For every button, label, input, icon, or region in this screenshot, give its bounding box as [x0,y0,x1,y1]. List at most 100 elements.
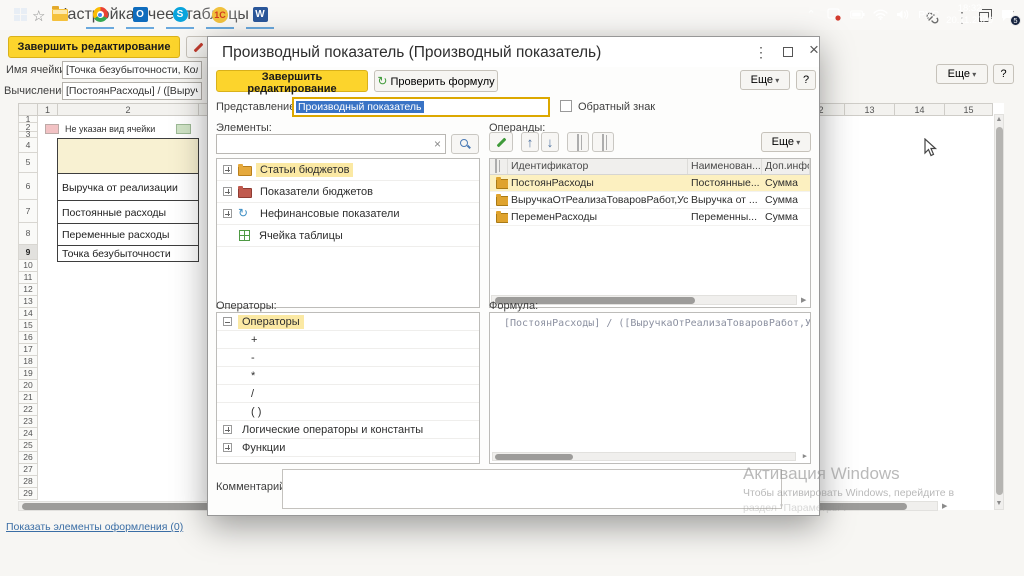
formula-hscrollbar[interactable] [492,452,796,461]
action-center-icon[interactable] [826,7,842,23]
operands-scroll-right-icon[interactable]: ▶ [801,297,806,305]
elements-search-input[interactable]: × [216,134,446,154]
row-header-12[interactable]: 12 [18,284,38,296]
expand-plus-icon[interactable] [223,209,232,218]
row-header-5[interactable]: 5 [18,153,38,173]
edit-operand-button[interactable] [489,132,513,152]
dialog-maximize-icon[interactable] [783,47,793,57]
row-header-26[interactable]: 26 [18,452,38,464]
check-formula-button[interactable]: ↻ Проверить формулу [374,70,498,92]
taskbar-outlook-button[interactable]: O [120,0,160,29]
dialog-close-icon[interactable] [806,42,822,58]
row-header-11[interactable]: 11 [18,272,38,284]
cell-name-input[interactable] [62,61,202,79]
expand-plus-icon[interactable] [223,425,232,434]
presentation-input[interactable]: Производный показатель [292,97,550,117]
sheet-cell-row7[interactable]: Постоянные расходы [57,200,199,225]
operand-row-0[interactable]: ПостоянРасходыПостоянные...Сумма [490,175,810,192]
formula-box[interactable]: [ПостоянРасходы] / ([ВыручкаОтРеализаТов… [489,312,811,464]
tree-item-+[interactable]: + [217,331,479,349]
operands-column-2[interactable]: Доп.информаци [762,159,810,174]
expand-minus-icon[interactable] [223,317,232,326]
clear-search-icon[interactable]: × [434,137,441,151]
main-more-button[interactable]: Еще [936,64,988,84]
row-header-7[interactable]: 7 [18,200,38,223]
sheet-cell-row8[interactable]: Переменные расходы [57,223,199,247]
row-header-29[interactable]: 29 [18,488,38,500]
dialog-more-button[interactable]: Еще [740,70,790,90]
move-down-button[interactable]: ↓ [541,132,559,152]
operands-column-1[interactable]: Наименован... [688,159,762,174]
row-header-21[interactable]: 21 [18,392,38,404]
row-header-27[interactable]: 27 [18,464,38,476]
row-header-15[interactable]: 15 [18,320,38,332]
row-header-10[interactable]: 10 [18,260,38,272]
row-header-8[interactable]: 8 [18,223,38,245]
row-header-20[interactable]: 20 [18,380,38,392]
notifications-icon[interactable]: 5 [1000,7,1016,23]
main-help-button[interactable]: ? [993,64,1014,84]
finish-editing-button[interactable]: Завершить редактирование [8,36,180,58]
row-header-22[interactable]: 22 [18,404,38,416]
tree-item-*[interactable]: * [217,367,479,385]
row-header-24[interactable]: 24 [18,428,38,440]
column-header-15[interactable]: 15 [945,103,993,116]
operand-row-2[interactable]: ПеременРасходыПеременны...Сумма [490,209,810,226]
taskbar-start-button[interactable] [0,0,40,29]
tree-item-Функции[interactable]: Функции [217,439,479,457]
tray-expand-icon[interactable]: ⌃ [803,7,819,23]
expand-plus-icon[interactable] [223,165,232,174]
header-merged-cell[interactable] [57,138,199,174]
taskbar-chrome-button[interactable] [80,0,120,29]
row-header-16[interactable]: 16 [18,332,38,344]
dialog-finish-editing-button[interactable]: Завершить редактирование [216,70,368,92]
tree-item-/[interactable]: / [217,385,479,403]
taskbar-1c-button[interactable]: 1С [200,0,240,29]
taskbar-word-button[interactable]: W [240,0,280,29]
sheet-cell-row6[interactable]: Выручка от реализации [57,173,199,202]
row-header-19[interactable]: 19 [18,368,38,380]
comment-textarea[interactable] [282,469,782,509]
column-header-13[interactable]: 13 [845,103,895,116]
tree-item-( )[interactable]: ( ) [217,403,479,421]
group-button-1[interactable] [567,132,589,152]
tree-item-Логические операторы и константы[interactable]: Логические операторы и константы [217,421,479,439]
row-header-28[interactable]: 28 [18,476,38,488]
tree-item-Статьи бюджетов[interactable]: Статьи бюджетов [217,159,479,181]
inverse-sign-checkbox[interactable] [560,100,572,112]
formula-scroll-right-icon[interactable]: ▶ [803,452,807,460]
expand-plus-icon[interactable] [223,443,232,452]
wifi-icon[interactable] [872,7,888,23]
row-header-18[interactable]: 18 [18,356,38,368]
operands-column-0[interactable]: Идентификатор [508,159,688,174]
expand-plus-icon[interactable] [223,187,232,196]
row-header-13[interactable]: 13 [18,296,38,308]
group-button-2[interactable] [592,132,614,152]
vertical-scrollbar[interactable]: ▲ ▼ [994,114,1004,510]
tree-item-Нефинансовые показатели[interactable]: Нефинансовые показатели [217,203,479,225]
scroll-right-arrow-icon[interactable]: ▶ [942,503,947,511]
taskbar-explorer-button[interactable] [40,0,80,29]
operands-more-button[interactable]: Еще [761,132,811,152]
dialog-help-button[interactable]: ? [796,70,816,90]
tree-item-Показатели бюджетов[interactable]: Показатели бюджетов [217,181,479,203]
vertical-scrollbar-thumb[interactable] [996,127,1003,495]
taskbar-skype-button[interactable]: S [160,0,200,29]
calculation-input[interactable] [62,82,202,100]
volume-icon[interactable] [895,7,911,23]
move-up-button[interactable]: ↑ [521,132,539,152]
clock[interactable]: 18:32 20.11.2020 [946,3,993,27]
search-button[interactable] [451,134,479,154]
column-header-1[interactable]: 1 [38,103,58,116]
show-format-elements-link[interactable]: Показать элементы оформления (0) [6,521,183,533]
dialog-menu-icon[interactable] [753,44,769,60]
row-header-6[interactable]: 6 [18,173,38,200]
tree-item-Операторы[interactable]: Операторы [217,313,479,331]
row-header-17[interactable]: 17 [18,344,38,356]
tree-item-Ячейка таблицы[interactable]: Ячейка таблицы [217,225,479,247]
battery-icon[interactable] [849,7,865,23]
row-header-25[interactable]: 25 [18,440,38,452]
column-header-14[interactable]: 14 [895,103,945,116]
sheet-cell-row9[interactable]: Точка безубыточности [57,245,199,262]
row-header-4[interactable]: 4 [18,138,38,153]
